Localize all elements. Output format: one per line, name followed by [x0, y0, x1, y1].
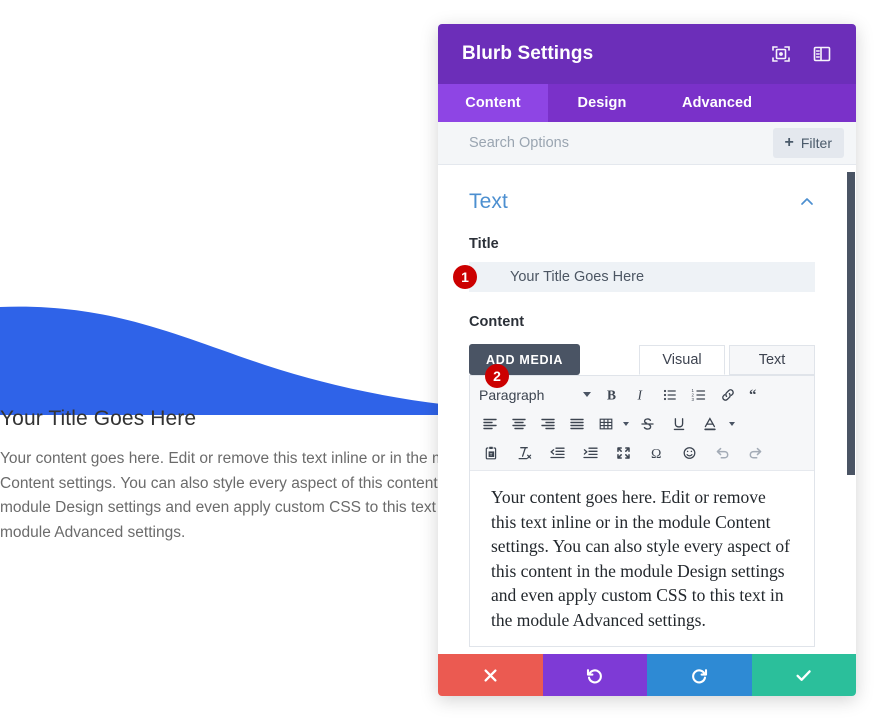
- focus-target-icon[interactable]: [771, 44, 791, 64]
- emoji-icon[interactable]: [673, 440, 706, 466]
- content-field-group: Content: [438, 314, 846, 330]
- svg-text:“: “: [749, 387, 757, 403]
- search-options-bar: + Filter: [438, 122, 856, 165]
- svg-text:3: 3: [691, 397, 694, 402]
- svg-text:T: T: [489, 452, 492, 457]
- indent-icon[interactable]: [574, 440, 607, 466]
- filter-button[interactable]: + Filter: [772, 128, 844, 158]
- modal-header: Blurb Settings: [438, 24, 856, 84]
- clear-formatting-icon[interactable]: [508, 440, 541, 466]
- section-title: Text: [469, 190, 508, 213]
- toolbar-row-3: T Ω: [472, 438, 812, 467]
- save-button[interactable]: [751, 654, 856, 696]
- align-center-icon[interactable]: [504, 411, 533, 437]
- search-input[interactable]: [469, 135, 773, 151]
- editor-content-area[interactable]: 2 Your content goes here. Edit or remove…: [470, 364, 814, 646]
- tab-design[interactable]: Design: [548, 84, 656, 122]
- editor-content-text: Your content goes here. Edit or remove t…: [491, 487, 790, 630]
- modal-action-bar: [438, 654, 856, 696]
- redo-button[interactable]: [647, 654, 752, 696]
- tab-content[interactable]: Content: [438, 84, 548, 122]
- title-input-wrap: 1: [453, 262, 815, 292]
- header-icon-group: [771, 44, 832, 64]
- screen: Your Title Goes Here Your content goes h…: [0, 0, 880, 722]
- redo-icon: [690, 666, 709, 685]
- svg-text:I: I: [636, 387, 643, 402]
- outdent-icon[interactable]: [541, 440, 574, 466]
- undo-icon: [585, 666, 604, 685]
- title-field-label: Title: [469, 236, 499, 252]
- align-right-icon[interactable]: [533, 411, 562, 437]
- close-icon: [482, 667, 499, 684]
- numbered-list-icon[interactable]: 1 2 3: [684, 382, 713, 408]
- title-input[interactable]: [469, 262, 815, 292]
- editor-tab-visual[interactable]: Visual: [639, 345, 725, 375]
- chevron-up-icon[interactable]: [799, 194, 815, 210]
- table-icon[interactable]: [591, 411, 620, 437]
- chevron-down-icon: [729, 421, 735, 426]
- toolbar-row-2: [472, 409, 812, 438]
- panel-layout-icon[interactable]: [812, 44, 832, 64]
- text-color-icon[interactable]: [695, 411, 725, 437]
- editor-toolbar: Paragraph B I 1 2 3 “ T Ω: [470, 376, 814, 471]
- toolbar-row-1: Paragraph B I 1 2 3 “: [472, 380, 812, 409]
- table-dropdown-caret[interactable]: [620, 411, 631, 437]
- modal-tabs: Content Design Advanced: [438, 84, 856, 122]
- redo-icon[interactable]: [739, 440, 772, 466]
- editor-mode-tabs: Visual Text: [639, 345, 815, 375]
- content-field-label: Content: [469, 314, 525, 330]
- italic-icon[interactable]: I: [626, 382, 655, 408]
- svg-text:B: B: [607, 387, 616, 402]
- underline-icon[interactable]: [663, 411, 695, 437]
- annotation-badge-1: 1: [453, 265, 477, 289]
- svg-text:Ω: Ω: [651, 446, 661, 460]
- special-character-icon[interactable]: Ω: [640, 440, 673, 466]
- chevron-down-icon: [623, 421, 629, 426]
- section-header-text[interactable]: Text: [438, 165, 846, 214]
- bold-icon[interactable]: B: [597, 382, 626, 408]
- wysiwyg-editor: Paragraph B I 1 2 3 “ T Ω 2 Your content…: [469, 364, 815, 647]
- filter-button-label: Filter: [800, 135, 832, 151]
- modal-body: Text Title 1 C: [438, 165, 856, 654]
- fullscreen-icon[interactable]: [607, 440, 640, 466]
- check-icon: [794, 666, 813, 685]
- undo-button[interactable]: [542, 654, 647, 696]
- editor-tab-text[interactable]: Text: [729, 345, 815, 375]
- tab-advanced[interactable]: Advanced: [656, 84, 778, 122]
- text-color-dropdown-caret[interactable]: [725, 411, 738, 437]
- blurb-settings-modal: Blurb Settings Content Design Advanced S…: [438, 24, 856, 696]
- settings-scrollbar[interactable]: [847, 165, 855, 654]
- format-select-label: Paragraph: [479, 386, 545, 403]
- paste-as-text-icon[interactable]: T: [475, 440, 508, 466]
- undo-icon[interactable]: [706, 440, 739, 466]
- scrollbar-thumb[interactable]: [847, 172, 855, 475]
- link-icon[interactable]: [713, 382, 742, 408]
- plus-icon: +: [784, 134, 794, 151]
- chevron-down-icon: [583, 392, 591, 397]
- settings-scroll-area: Text Title 1 C: [438, 165, 856, 654]
- modal-title: Blurb Settings: [462, 43, 594, 64]
- bullet-list-icon[interactable]: [655, 382, 684, 408]
- cancel-button[interactable]: [438, 654, 543, 696]
- strikethrough-icon[interactable]: [631, 411, 663, 437]
- align-justify-icon[interactable]: [562, 411, 591, 437]
- annotation-badge-2: 2: [485, 364, 509, 388]
- blockquote-icon[interactable]: “: [742, 382, 771, 408]
- align-left-icon[interactable]: [475, 411, 504, 437]
- title-field-group: Title 1: [438, 236, 846, 292]
